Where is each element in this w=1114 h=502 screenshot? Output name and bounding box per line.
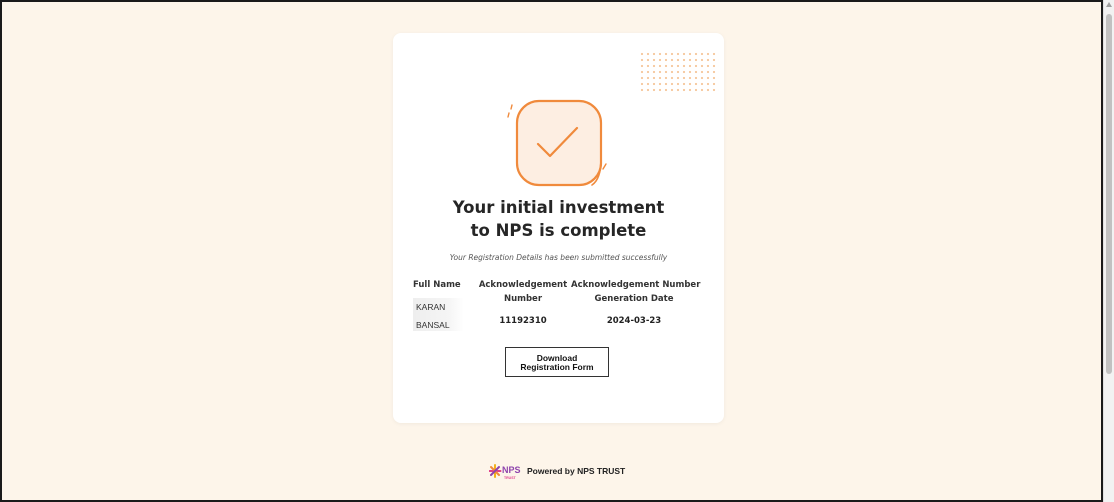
footer: NPS TRUST Powered by NPS TRUST <box>489 461 625 481</box>
ack-date-header-line-1: Acknowledgement Number <box>571 280 701 290</box>
title-line-2: to NPS is complete <box>470 221 647 240</box>
logo-text: NPS <box>502 465 521 475</box>
ack-date-value: 2024-03-23 <box>606 316 662 326</box>
nps-trust-logo: NPS TRUST <box>489 464 521 480</box>
ack-number-header: Acknowledgement Number <box>473 278 573 306</box>
success-title: Your initial investment to NPS is comple… <box>393 196 724 242</box>
full-name-header: Full Name <box>413 280 461 290</box>
full-name-first: KARAN <box>416 302 446 312</box>
ack-date-header-line-2: Generation Date <box>594 294 674 304</box>
success-card: Your initial investment to NPS is comple… <box>393 33 724 423</box>
checkmark-icon <box>507 99 607 187</box>
vertical-scrollbar[interactable] <box>1103 0 1114 502</box>
ack-date-header: Acknowledgement Number Generation Date <box>571 278 701 306</box>
download-button-line-2: Registration Form <box>520 362 594 372</box>
scrollbar-thumb[interactable] <box>1106 14 1112 374</box>
success-subtitle: Your Registration Details has been submi… <box>449 253 668 262</box>
scroll-up-arrow-icon[interactable] <box>1106 2 1112 7</box>
full-name-last: BANSAL <box>416 320 450 330</box>
logo-subtext: TRUST <box>504 476 517 480</box>
download-registration-form-button[interactable]: Download Registration Form <box>505 347 609 377</box>
powered-by-text: Powered by NPS TRUST <box>527 466 626 476</box>
page-frame: Your initial investment to NPS is comple… <box>0 0 1103 502</box>
ack-number-header-line-1: Acknowledgement <box>478 280 568 290</box>
title-line-1: Your initial investment <box>452 198 665 217</box>
ack-number-header-line-2: Number <box>503 294 543 304</box>
decorative-dot-pattern <box>639 51 719 93</box>
ack-number-value: 11192310 <box>499 316 547 326</box>
